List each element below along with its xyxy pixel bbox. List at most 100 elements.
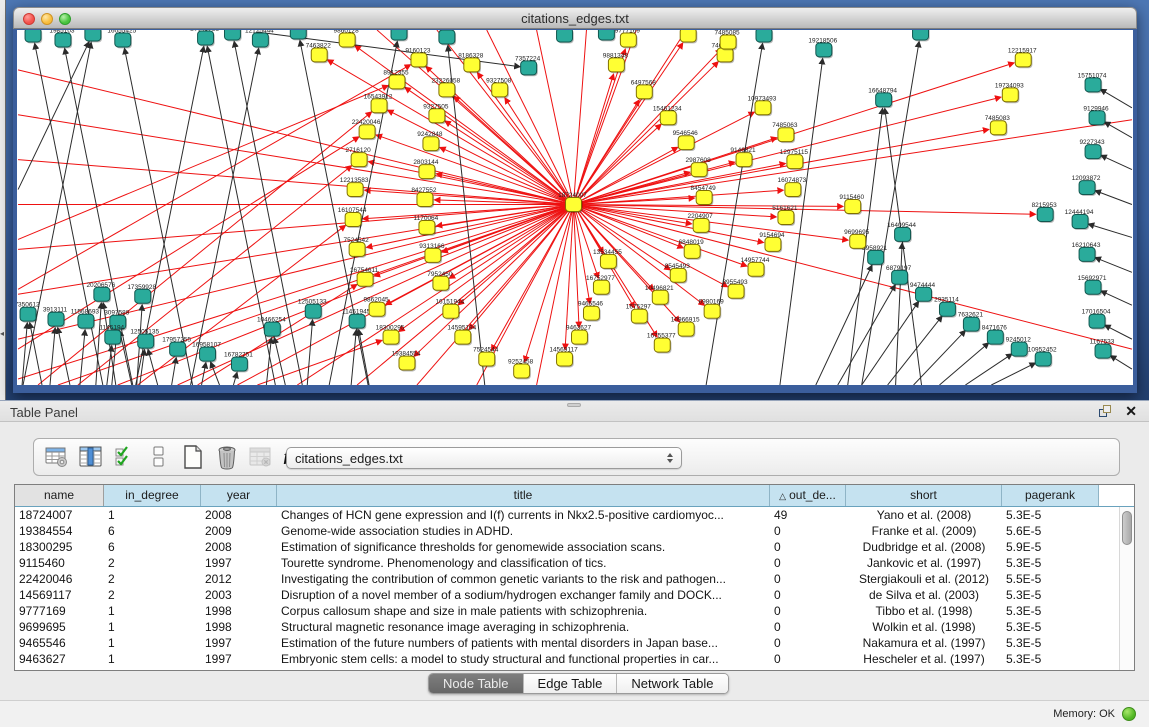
graph-node[interactable]: [684, 244, 700, 258]
graph-node[interactable]: [433, 276, 449, 290]
table-row[interactable]: 946362711997Embryonic stem cells: a mode…: [15, 651, 1134, 667]
graph-node[interactable]: [198, 31, 214, 45]
table-cell[interactable]: Embryonic stem cells: a model to study s…: [277, 651, 770, 667]
graph-node[interactable]: [290, 30, 306, 39]
graph-node[interactable]: [1011, 342, 1027, 356]
table-cell[interactable]: 5.3E-5: [1002, 635, 1099, 651]
table-cell[interactable]: de Silva et al. (2003): [846, 587, 1002, 603]
graph-node[interactable]: [439, 83, 455, 97]
delete-table-icon[interactable]: [212, 442, 242, 472]
graph-node[interactable]: [521, 61, 537, 75]
graph-node[interactable]: [680, 30, 696, 42]
graph-node[interactable]: [359, 125, 375, 139]
graph-node[interactable]: [756, 30, 772, 42]
table-cell[interactable]: 1: [104, 635, 201, 651]
graph-node[interactable]: [305, 304, 321, 318]
table-cell[interactable]: 5.3E-5: [1002, 587, 1099, 603]
graph-node[interactable]: [787, 155, 803, 169]
graph-node[interactable]: [1089, 314, 1105, 328]
graph-node[interactable]: [987, 330, 1003, 344]
graph-node[interactable]: [583, 306, 599, 320]
graph-node[interactable]: [963, 317, 979, 331]
import-table-icon[interactable]: [246, 442, 276, 472]
table-cell[interactable]: 6: [104, 539, 201, 555]
graph-node[interactable]: [135, 289, 151, 303]
memory-ok-icon[interactable]: [1122, 707, 1136, 721]
graph-node[interactable]: [748, 262, 764, 276]
graph-node[interactable]: [105, 330, 121, 344]
tab-node-table[interactable]: Node Table: [429, 674, 524, 693]
graph-node[interactable]: [369, 302, 385, 316]
graph-node[interactable]: [1002, 88, 1018, 102]
graph-node[interactable]: [736, 153, 752, 167]
table-cell[interactable]: 18724007: [15, 507, 104, 523]
column-header-title[interactable]: title: [277, 485, 770, 506]
graph-node[interactable]: [439, 30, 455, 44]
table-row[interactable]: 1830029562008Estimation of significance …: [15, 539, 1134, 555]
table-cell[interactable]: 1: [104, 619, 201, 635]
table-cell[interactable]: 0: [770, 555, 846, 571]
graph-node[interactable]: [85, 30, 101, 41]
table-cell[interactable]: 1997: [201, 555, 277, 571]
table-row[interactable]: 969969511998Structural magnetic resonanc…: [15, 619, 1134, 635]
minimize-traffic-light-icon[interactable]: [41, 13, 53, 25]
graph-node[interactable]: [916, 287, 932, 301]
graph-node[interactable]: [876, 93, 892, 107]
table-cell[interactable]: 0: [770, 619, 846, 635]
table-cell[interactable]: 9463627: [15, 651, 104, 667]
table-cell[interactable]: Tibbo et al. (1998): [846, 603, 1002, 619]
table-cell[interactable]: 14569117: [15, 587, 104, 603]
table-cell[interactable]: 9115460: [15, 555, 104, 571]
column-header-name[interactable]: name: [15, 485, 104, 506]
graph-node[interactable]: [1085, 280, 1101, 294]
column-header-short[interactable]: short: [846, 485, 1002, 506]
graph-node[interactable]: [654, 338, 670, 352]
table-cell[interactable]: Nakamura et al. (1997): [846, 635, 1002, 651]
graph-node[interactable]: [115, 33, 131, 47]
graph-node[interactable]: [479, 352, 495, 366]
table-cell[interactable]: 0: [770, 603, 846, 619]
graph-node[interactable]: [351, 153, 367, 167]
graph-node[interactable]: [598, 30, 614, 40]
column-header-year[interactable]: year: [201, 485, 277, 506]
tab-edge-table[interactable]: Edge Table: [524, 674, 618, 693]
column-header-in_degree[interactable]: in_degree: [104, 485, 201, 506]
graph-node[interactable]: [514, 364, 530, 378]
table-cell[interactable]: Jankovic et al. (1997): [846, 555, 1002, 571]
table-cell[interactable]: 5.9E-5: [1002, 539, 1099, 555]
table-cell[interactable]: 1997: [201, 635, 277, 651]
table-cell[interactable]: 2: [104, 571, 201, 587]
select-all-columns-icon[interactable]: [110, 442, 140, 472]
table-cell[interactable]: 1: [104, 603, 201, 619]
table-cell[interactable]: 2009: [201, 523, 277, 539]
table-cell[interactable]: 5.3E-5: [1002, 619, 1099, 635]
graph-node[interactable]: [391, 30, 407, 40]
graph-node[interactable]: [1015, 53, 1031, 67]
table-cell[interactable]: 2003: [201, 587, 277, 603]
table-cell[interactable]: Corpus callosum shape and size in male p…: [277, 603, 770, 619]
graph-node[interactable]: [990, 121, 1006, 135]
table-row[interactable]: 1456911722003Disruption of a novel membe…: [15, 587, 1134, 603]
close-traffic-light-icon[interactable]: [23, 13, 35, 25]
graph-node[interactable]: [425, 248, 441, 262]
table-cell[interactable]: 0: [770, 523, 846, 539]
panel-collapse-arrow-icon[interactable]: ◂: [0, 330, 6, 338]
column-header-pagerank[interactable]: pagerank: [1002, 485, 1099, 506]
graph-node[interactable]: [371, 99, 387, 113]
graph-node[interactable]: [264, 322, 280, 336]
table-cell[interactable]: 0: [770, 539, 846, 555]
table-cell[interactable]: 22420046: [15, 571, 104, 587]
table-cell[interactable]: 5.3E-5: [1002, 603, 1099, 619]
graph-node[interactable]: [419, 165, 435, 179]
table-cell[interactable]: Hescheler et al. (1997): [846, 651, 1002, 667]
table-cell[interactable]: 5.6E-5: [1002, 523, 1099, 539]
graph-node[interactable]: [1079, 181, 1095, 195]
column-header-out_de[interactable]: △out_de...: [770, 485, 846, 506]
scrollbar-thumb[interactable]: [1122, 511, 1132, 545]
graph-node[interactable]: [423, 137, 439, 151]
graph-node[interactable]: [170, 342, 186, 356]
graph-node[interactable]: [696, 191, 712, 205]
close-panel-icon[interactable]: ✕: [1125, 403, 1137, 420]
graph-node[interactable]: [631, 309, 647, 323]
graph-node[interactable]: [231, 357, 247, 371]
